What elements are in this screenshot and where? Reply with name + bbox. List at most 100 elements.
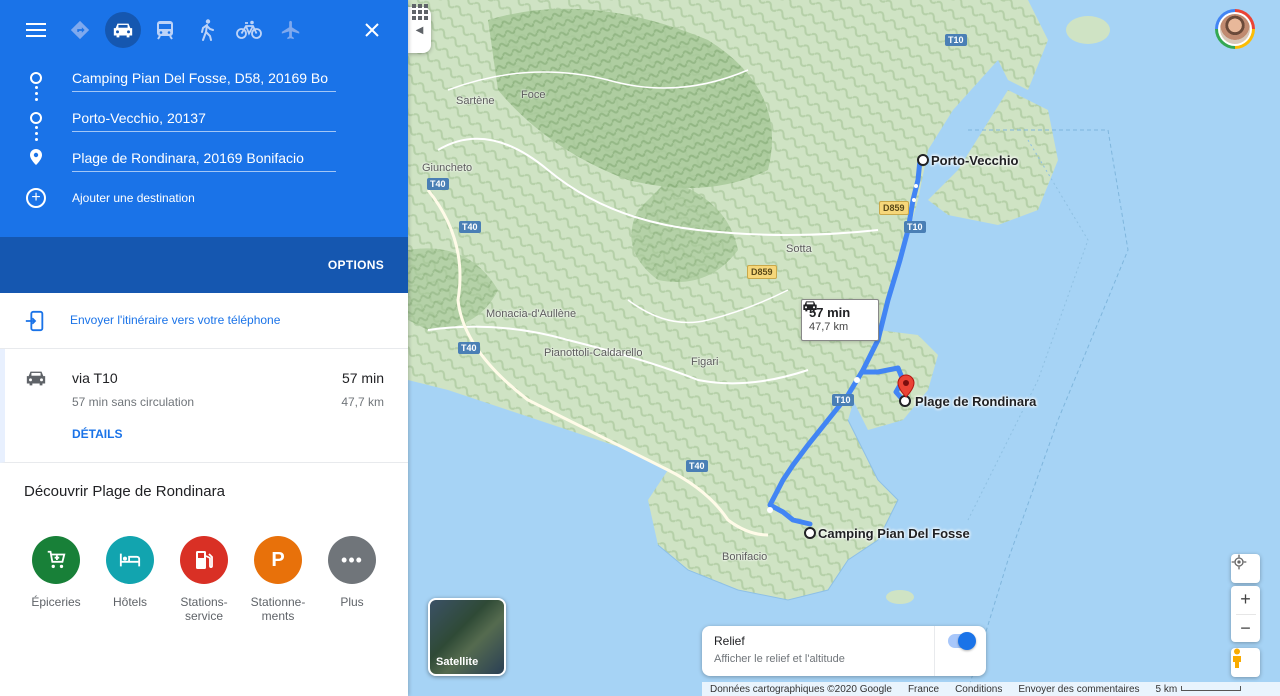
mode-best-route[interactable] bbox=[62, 12, 98, 48]
town-monacia: Monacia-d'Aullène bbox=[486, 308, 577, 320]
category-gas-stations[interactable]: Stations- service bbox=[169, 536, 239, 623]
bicycle-icon bbox=[236, 20, 262, 39]
town-sotta: Sotta bbox=[786, 243, 812, 255]
relief-subtitle: Afficher le relief et l'altitude bbox=[714, 653, 845, 665]
street-view-pegman[interactable] bbox=[1231, 648, 1260, 677]
send-to-phone-label[interactable]: Envoyer l'itinéraire vers votre téléphon… bbox=[70, 313, 280, 327]
road-shield-d859: D859 bbox=[879, 201, 909, 215]
category-label: Hôtels bbox=[112, 595, 147, 609]
zoom-in-button[interactable]: + bbox=[1231, 586, 1260, 614]
road-shield-t40: T40 bbox=[686, 460, 708, 472]
cart-icon bbox=[32, 536, 80, 584]
satellite-label: Satellite bbox=[436, 656, 479, 668]
add-destination-row[interactable]: + Ajouter une destination bbox=[0, 178, 408, 218]
route-via: via T10 bbox=[72, 370, 118, 386]
fuel-icon bbox=[180, 536, 228, 584]
scale-control[interactable]: 5 km bbox=[1148, 684, 1250, 695]
route-option[interactable]: via T10 57 min sans circulation 57 min 4… bbox=[0, 349, 408, 463]
scale-label: 5 km bbox=[1155, 683, 1178, 695]
category-hotels[interactable]: Hôtels bbox=[95, 536, 165, 609]
place-label-porto-vecchio[interactable]: Porto-Vecchio bbox=[931, 153, 1018, 168]
zoom-out-button[interactable]: − bbox=[1231, 615, 1260, 643]
add-circle-icon: + bbox=[26, 188, 46, 208]
caret-left-icon: ◀ bbox=[415, 24, 424, 36]
category-label: Stations- service bbox=[180, 595, 228, 623]
category-groceries[interactable]: Épiceries bbox=[21, 536, 91, 609]
mode-cycling[interactable] bbox=[231, 12, 267, 48]
discover-title: Découvrir Plage de Rondinara bbox=[24, 483, 225, 500]
account-avatar[interactable] bbox=[1215, 9, 1255, 49]
road-shield-t10: T10 bbox=[832, 394, 854, 406]
close-directions-button[interactable] bbox=[354, 12, 390, 48]
hamburger-icon bbox=[26, 23, 46, 37]
waypoint-row: Porto-Vecchio, 20137 bbox=[0, 98, 408, 141]
route-time-bubble[interactable]: 57 min 47,7 km bbox=[801, 299, 879, 341]
category-more[interactable]: ••• Plus bbox=[317, 536, 387, 609]
rondinara-marker bbox=[899, 395, 911, 407]
map-canvas[interactable]: Sartène Foce Giuncheto Sotta Monacia-d'A… bbox=[408, 0, 1280, 696]
options-bar: OPTIONS bbox=[0, 237, 408, 293]
route-time: 57 min bbox=[341, 370, 384, 386]
directions-diamond-icon bbox=[70, 20, 90, 40]
town-bonifacio: Bonifacio bbox=[722, 551, 768, 563]
train-icon bbox=[157, 21, 173, 40]
bed-icon bbox=[106, 536, 154, 584]
country-link[interactable]: France bbox=[900, 684, 947, 695]
road-shield-t40: T40 bbox=[458, 342, 480, 354]
options-button[interactable]: OPTIONS bbox=[328, 258, 384, 272]
relief-card[interactable]: Relief Afficher le relief et l'altitude bbox=[702, 626, 986, 676]
route-details-button[interactable]: DÉTAILS bbox=[72, 427, 122, 441]
mode-flight[interactable] bbox=[273, 12, 309, 48]
more-icon: ••• bbox=[328, 536, 376, 584]
town-foce: Foce bbox=[521, 89, 546, 101]
parking-icon: P bbox=[254, 536, 302, 584]
pegman-icon bbox=[1233, 648, 1241, 668]
menu-button[interactable] bbox=[18, 12, 54, 48]
road-shield-t40: T40 bbox=[459, 221, 481, 233]
airplane-icon bbox=[281, 20, 300, 40]
stop-circle-icon bbox=[30, 112, 42, 124]
mode-walking[interactable] bbox=[189, 12, 225, 48]
car-icon bbox=[113, 23, 133, 38]
category-parking[interactable]: P Stationne- ments bbox=[243, 536, 313, 623]
add-destination-label[interactable]: Ajouter une destination bbox=[72, 191, 195, 205]
road-shield-t10: T10 bbox=[945, 34, 967, 46]
mode-transit[interactable] bbox=[147, 12, 183, 48]
place-label-camping[interactable]: Camping Pian Del Fosse bbox=[818, 526, 970, 541]
place-label-rondinara[interactable]: Plage de Rondinara bbox=[915, 394, 1036, 409]
mode-driving[interactable] bbox=[105, 12, 141, 48]
map-footer: Données cartographiques ©2020 Google Fra… bbox=[702, 682, 1280, 696]
town-pianottoli: Pianottoli-Caldarello bbox=[544, 347, 643, 359]
road-shield-t40: T40 bbox=[427, 178, 449, 190]
relief-toggle[interactable] bbox=[948, 632, 976, 650]
satellite-layer-button[interactable]: Satellite bbox=[428, 598, 506, 676]
feedback-link[interactable]: Envoyer des commentaires bbox=[1010, 684, 1147, 695]
town-figari: Figari bbox=[691, 356, 719, 368]
waypoint-input-1[interactable]: Camping Pian Del Fosse, D58, 20169 Bo bbox=[72, 68, 336, 92]
send-to-phone-row[interactable]: Envoyer l'itinéraire vers votre téléphon… bbox=[0, 293, 408, 349]
my-location-button[interactable] bbox=[1231, 554, 1260, 583]
destination-input[interactable]: Plage de Rondinara, 20169 Bonifacio bbox=[72, 148, 336, 172]
walking-icon bbox=[201, 19, 214, 41]
road-shield-d859: D859 bbox=[747, 265, 777, 279]
terms-link[interactable]: Conditions bbox=[947, 684, 1010, 695]
relief-title: Relief bbox=[714, 634, 745, 648]
directions-panel: Camping Pian Del Fosse, D58, 20169 Bo Po… bbox=[0, 0, 408, 696]
route-distance: 47,7 km bbox=[341, 395, 384, 409]
town-giuncheto: Giuncheto bbox=[422, 162, 473, 174]
camping-marker bbox=[804, 527, 816, 539]
google-apps-icon[interactable] bbox=[408, 0, 432, 24]
porto-vecchio-marker bbox=[917, 154, 929, 166]
waypoint-row: Camping Pian Del Fosse, D58, 20169 Bo bbox=[0, 58, 408, 101]
waypoint-input-2[interactable]: Porto-Vecchio, 20137 bbox=[72, 108, 336, 132]
category-label: Plus bbox=[340, 595, 364, 609]
car-icon bbox=[803, 301, 817, 312]
route-traffic-note: 57 min sans circulation bbox=[72, 395, 195, 409]
waypoint-row: Plage de Rondinara, 20169 Bonifacio bbox=[0, 138, 408, 178]
directions-header: Camping Pian Del Fosse, D58, 20169 Bo Po… bbox=[0, 0, 408, 237]
map-terrain bbox=[408, 0, 1129, 691]
close-icon bbox=[365, 23, 379, 37]
zoom-control: + − bbox=[1231, 586, 1260, 642]
crosshair-icon bbox=[1231, 554, 1247, 570]
car-icon bbox=[26, 371, 46, 386]
